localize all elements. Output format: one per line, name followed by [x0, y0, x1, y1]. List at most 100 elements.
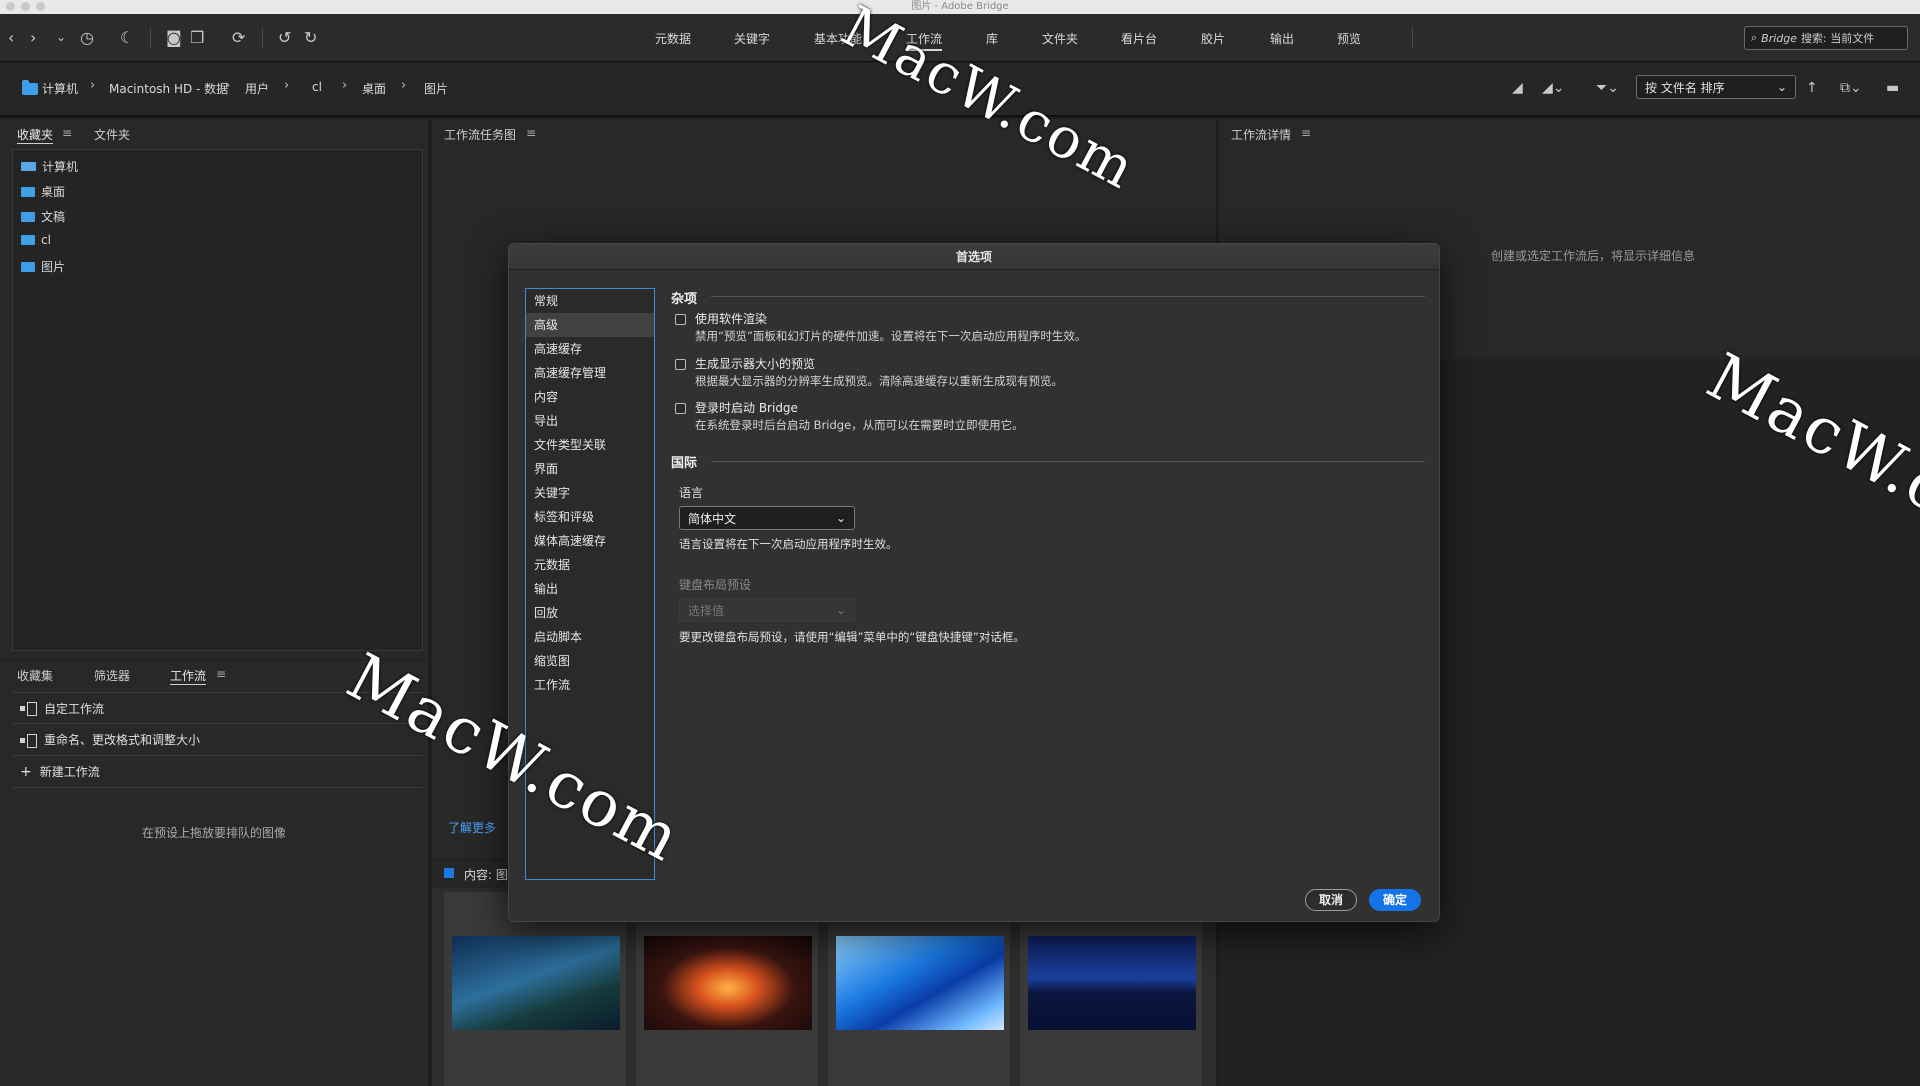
category-labels-ratings[interactable]: 标签和评级 [526, 505, 654, 529]
content-tab-icon [444, 868, 454, 878]
category-file-type-association[interactable]: 文件类型关联 [526, 433, 654, 457]
workspace-tab-filmstrip[interactable]: 胶片 [1201, 30, 1225, 47]
thumbnail-image [1028, 936, 1196, 1030]
breadcrumb-computer[interactable]: 计算机 [22, 80, 78, 97]
sort-ascending-icon[interactable]: ↑ [1806, 77, 1818, 99]
chevron-down-icon: ⌄ [835, 603, 846, 617]
toolbar-divider [262, 28, 263, 48]
rating-icon[interactable]: ◢ [1512, 77, 1523, 99]
breadcrumb-separator-icon: › [225, 78, 231, 93]
workspace-tab-light-table[interactable]: 看片台 [1121, 30, 1157, 47]
open-recent-icon[interactable]: ⧉⌄ [1840, 77, 1862, 99]
breadcrumb-desktop[interactable]: 桌面 [362, 80, 386, 97]
rotate-icon[interactable]: ⟳ [232, 26, 245, 48]
category-cache[interactable]: 高速缓存 [526, 337, 654, 361]
new-folder-icon[interactable]: ▬ [1886, 77, 1899, 99]
undo-icon[interactable]: ↺ [278, 26, 291, 48]
panel-title: 工作流详情 [1231, 128, 1292, 142]
workspace-tab-libraries[interactable]: 库 [986, 30, 998, 47]
option-title: 使用软件渲染 [695, 312, 768, 326]
favorite-item-pictures[interactable]: 图片 [21, 258, 65, 275]
software-rendering-checkbox[interactable] [675, 314, 686, 325]
redo-icon[interactable]: ↻ [304, 26, 317, 48]
learn-more-link[interactable]: 了解更多 [448, 819, 496, 836]
category-metadata[interactable]: 元数据 [526, 553, 654, 577]
sort-select-value: 按 文件名 排序 [1645, 80, 1725, 95]
launch-at-login-checkbox[interactable] [675, 403, 686, 414]
category-output[interactable]: 输出 [526, 577, 654, 601]
category-media-cache[interactable]: 媒体高速缓存 [526, 529, 654, 553]
language-note: 语言设置将在下一次启动应用程序时生效。 [679, 537, 898, 551]
tab-collections[interactable]: 收藏集 [17, 667, 53, 684]
category-general[interactable]: 常规 [526, 289, 654, 313]
tab-workflow[interactable]: 工作流 [170, 667, 207, 685]
tab-folders[interactable]: 文件夹 [94, 126, 130, 143]
favorite-item-desktop[interactable]: 桌面 [21, 183, 65, 200]
search-icon: ⌕ [1751, 31, 1758, 44]
category-keywords[interactable]: 关键字 [526, 481, 654, 505]
ok-button[interactable]: 确定 [1369, 889, 1421, 911]
favorites-list: 计算机 桌面 文稿 cl 图片 [12, 149, 423, 651]
workflow-item-rename-resize[interactable]: 重命名、更改格式和调整大小 [12, 724, 422, 756]
language-label: 语言 [679, 486, 704, 500]
breadcrumb-separator-icon: › [90, 78, 96, 93]
toolbar-divider [150, 28, 151, 48]
sort-select[interactable]: 按 文件名 排序 ⌄ [1636, 75, 1796, 99]
camera-import-icon[interactable]: ◙ [166, 26, 182, 48]
back-arrow-icon[interactable]: ‹ [8, 26, 14, 48]
quality-icon[interactable]: ◢⌄ [1542, 77, 1565, 99]
category-content[interactable]: 内容 [526, 385, 654, 409]
chevron-down-icon[interactable]: ⌄ [56, 26, 66, 48]
tab-filter[interactable]: 筛选器 [94, 667, 130, 684]
workflow-drop-hint: 在预设上拖放要排队的图像 [141, 826, 286, 840]
keyboard-layout-label: 键盘布局预设 [679, 578, 752, 592]
folder-icon [21, 235, 35, 245]
workspace-tab-keywords[interactable]: 关键字 [734, 30, 770, 47]
panel-menu-icon[interactable]: ≡ [216, 667, 226, 681]
category-advanced[interactable]: 高级 [526, 313, 654, 337]
panel-menu-icon[interactable]: ≡ [62, 126, 72, 140]
breadcrumb-separator-icon: › [401, 78, 407, 93]
workspace-tab-metadata[interactable]: 元数据 [655, 30, 691, 47]
cancel-button[interactable]: 取消 [1305, 889, 1357, 911]
favorite-item-cl[interactable]: cl [21, 233, 51, 247]
reveal-icon[interactable]: ☾ [120, 26, 134, 48]
breadcrumb-macintosh-hd[interactable]: Macintosh HD - 数据 [109, 80, 228, 97]
category-workflow[interactable]: 工作流 [526, 673, 654, 697]
new-workflow-button[interactable]: + 新建工作流 [12, 756, 422, 788]
category-interface[interactable]: 界面 [526, 457, 654, 481]
chevron-down-icon: ⌄ [835, 511, 846, 525]
chevron-down-icon: ⌄ [1776, 80, 1787, 94]
folder-icon [21, 261, 35, 272]
breadcrumb-users[interactable]: 用户 [245, 80, 269, 97]
panel-menu-icon[interactable]: ≡ [1301, 126, 1311, 140]
category-startup-scripts[interactable]: 启动脚本 [526, 625, 654, 649]
category-playback[interactable]: 回放 [526, 601, 654, 625]
window-title: 图片 - Adobe Bridge [911, 1, 1009, 12]
panel-menu-icon[interactable]: ≡ [526, 126, 536, 140]
breadcrumb-cl[interactable]: cl [312, 80, 322, 94]
workspace-tab-folders[interactable]: 文件夹 [1042, 30, 1078, 47]
section-divider [711, 296, 1425, 297]
forward-arrow-icon[interactable]: › [30, 26, 36, 48]
workflow-icon [20, 702, 37, 716]
category-thumbnails[interactable]: 缩览图 [526, 649, 654, 673]
category-cache-management[interactable]: 高速缓存管理 [526, 361, 654, 385]
section-heading-international: 国际 [671, 456, 698, 471]
workspace-tab-preview[interactable]: 预览 [1337, 30, 1361, 47]
bridge-search-field[interactable]: ⌕ Bridge 搜索: 当前文件 [1744, 26, 1908, 50]
language-select[interactable]: 简体中文 ⌄ [679, 506, 855, 530]
breadcrumb-pictures[interactable]: 图片 [424, 80, 448, 97]
panel-title: 工作流任务图 [444, 128, 517, 142]
recent-files-icon[interactable]: ◷ [80, 26, 94, 48]
workspace-tab-output[interactable]: 输出 [1270, 30, 1294, 47]
copy-icon[interactable]: ❐ [190, 26, 204, 48]
filter-icon[interactable]: ⏷⌄ [1596, 77, 1619, 99]
content-tab[interactable]: 内容: 图 [464, 866, 508, 883]
category-export[interactable]: 导出 [526, 409, 654, 433]
favorite-item-documents[interactable]: 文稿 [21, 208, 65, 225]
monitor-size-previews-checkbox[interactable] [675, 359, 686, 370]
favorite-item-computer[interactable]: 计算机 [21, 158, 78, 175]
keyboard-layout-select[interactable]: 选择值 ⌄ [679, 598, 855, 622]
tab-favorites[interactable]: 收藏夹 [17, 126, 54, 144]
